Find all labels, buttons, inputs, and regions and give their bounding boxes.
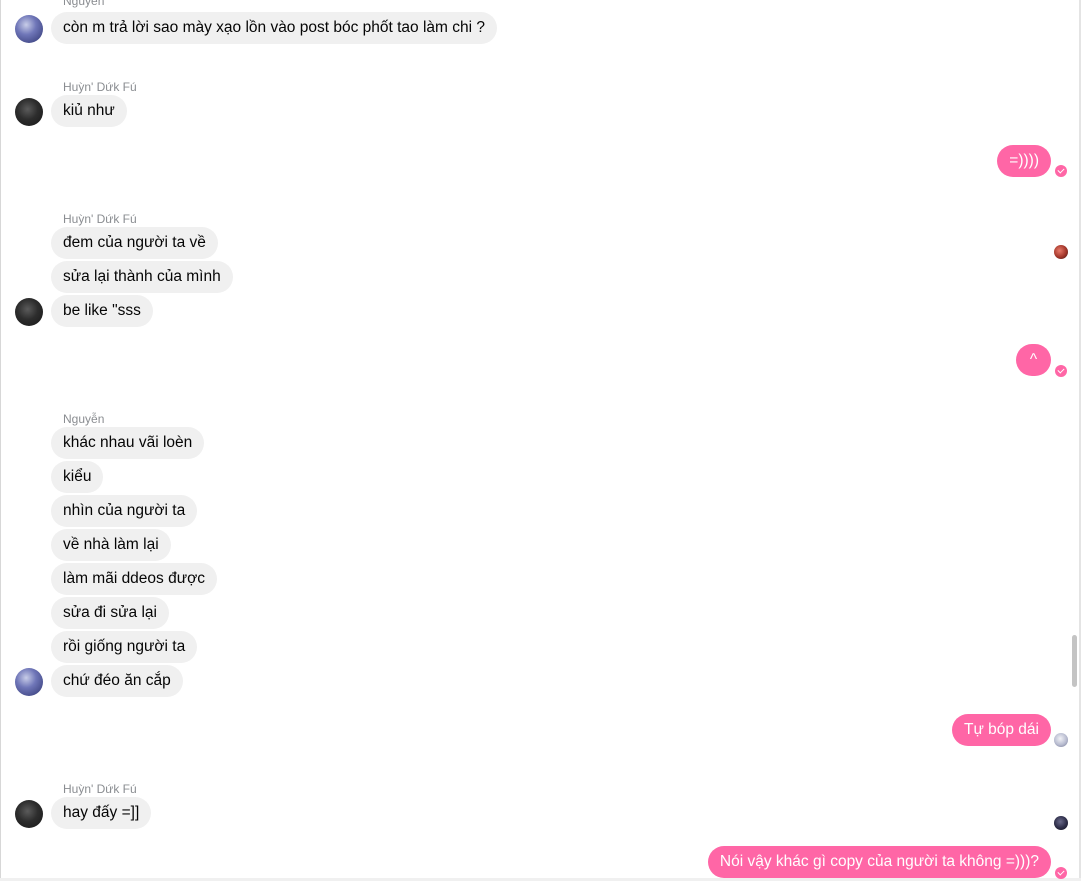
read-receipt-avatar-icon (1054, 816, 1068, 830)
message-bubble-incoming[interactable]: be like "sss (51, 295, 153, 327)
sent-check-icon (1055, 365, 1067, 377)
message-bubble-outgoing[interactable]: =)))) (997, 145, 1051, 177)
message-bubble-incoming[interactable]: về nhà làm lại (51, 529, 171, 561)
sent-check-icon (1055, 867, 1067, 879)
read-receipt-avatar-icon (1054, 245, 1068, 259)
avatar[interactable] (15, 298, 43, 326)
message-bubble-outgoing[interactable]: Nói vậy khác gì copy của người ta không … (707, 846, 1051, 878)
avatar[interactable] (15, 15, 43, 43)
read-receipt-avatar-icon (1054, 733, 1068, 747)
message-bubble-incoming[interactable]: nhìn của người ta (51, 495, 198, 527)
message-bubble-incoming[interactable]: kiủ như (51, 95, 127, 127)
message-bubble-incoming[interactable]: làm mãi ddeos được (51, 563, 218, 595)
window-border-left (0, 0, 1, 881)
scrollbar-track[interactable] (1070, 0, 1078, 881)
message-bubble-outgoing[interactable]: Tự bóp dái (951, 714, 1051, 746)
avatar[interactable] (15, 98, 43, 126)
message-bubble-incoming[interactable]: hay đấy =]] (51, 797, 152, 829)
message-bubble-incoming[interactable]: sửa đi sửa lại (51, 597, 169, 629)
avatar[interactable] (15, 668, 43, 696)
sender-name: Nguyễn (63, 0, 105, 8)
sender-name: Huỳn' Dứk Fú (63, 80, 137, 94)
scrollbar-thumb[interactable] (1072, 635, 1077, 687)
sender-name: Nguyễn (63, 412, 105, 426)
message-bubble-incoming[interactable]: đem của người ta về (51, 227, 218, 259)
message-bubble-outgoing[interactable]: ^ (1016, 344, 1051, 376)
message-bubble-incoming[interactable]: rồi giống người ta (51, 631, 198, 663)
message-bubble-incoming[interactable]: chứ đéo ăn cắp (51, 665, 183, 697)
avatar[interactable] (15, 800, 43, 828)
sender-name: Huỳn' Dứk Fú (63, 212, 137, 226)
sent-check-icon (1055, 165, 1067, 177)
message-bubble-incoming[interactable]: sửa lại thành của mình (51, 261, 233, 293)
message-bubble-incoming[interactable]: còn m trả lời sao mày xạo lồn vào post b… (51, 12, 497, 44)
message-bubble-incoming[interactable]: khác nhau vãi loèn (51, 427, 205, 459)
message-bubble-incoming[interactable]: kiểu (51, 461, 104, 493)
sender-name: Huỳn' Dứk Fú (63, 782, 137, 796)
